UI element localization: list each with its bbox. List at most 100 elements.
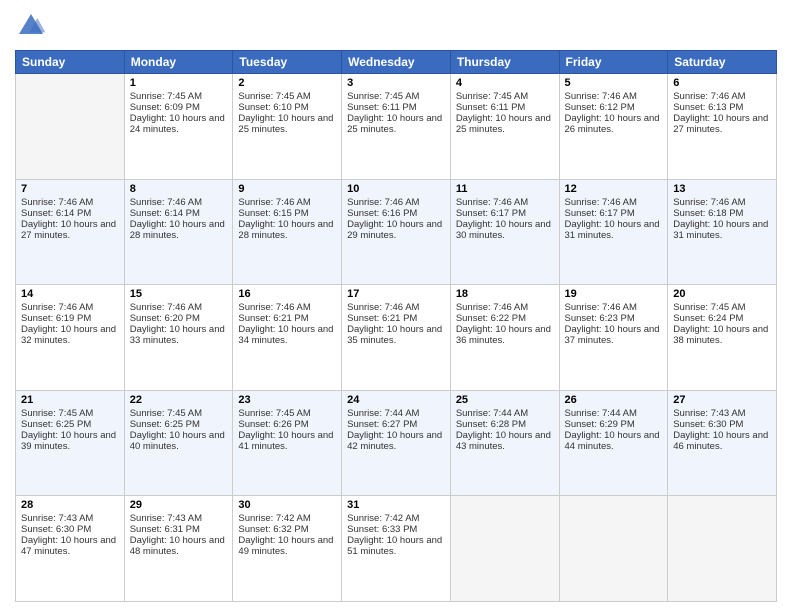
- sunrise-text: Sunrise: 7:45 AM: [347, 91, 445, 102]
- sunrise-text: Sunrise: 7:44 AM: [565, 408, 663, 419]
- sunrise-text: Sunrise: 7:46 AM: [565, 197, 663, 208]
- day-number: 8: [130, 183, 228, 195]
- sunset-text: Sunset: 6:11 PM: [347, 102, 445, 113]
- daylight-text: Daylight: 10 hours and 41 minutes.: [238, 430, 336, 452]
- sunrise-text: Sunrise: 7:43 AM: [21, 513, 119, 524]
- col-header-friday: Friday: [559, 51, 668, 74]
- sunrise-text: Sunrise: 7:45 AM: [238, 408, 336, 419]
- day-number: 12: [565, 183, 663, 195]
- sunrise-text: Sunrise: 7:45 AM: [456, 91, 554, 102]
- daylight-text: Daylight: 10 hours and 48 minutes.: [130, 535, 228, 557]
- sunrise-text: Sunrise: 7:46 AM: [456, 302, 554, 313]
- sunset-text: Sunset: 6:10 PM: [238, 102, 336, 113]
- day-number: 18: [456, 288, 554, 300]
- sunset-text: Sunset: 6:20 PM: [130, 313, 228, 324]
- daylight-text: Daylight: 10 hours and 25 minutes.: [456, 113, 554, 135]
- sunset-text: Sunset: 6:16 PM: [347, 208, 445, 219]
- calendar-cell: 5Sunrise: 7:46 AMSunset: 6:12 PMDaylight…: [559, 74, 668, 180]
- sunrise-text: Sunrise: 7:46 AM: [238, 302, 336, 313]
- daylight-text: Daylight: 10 hours and 38 minutes.: [673, 324, 771, 346]
- sunrise-text: Sunrise: 7:43 AM: [673, 408, 771, 419]
- day-number: 14: [21, 288, 119, 300]
- calendar-cell: 14 Sunrise: 7:46 AMSunset: 6:19 PMDayligh…: [16, 285, 125, 391]
- daylight-text: Daylight: 10 hours and 27 minutes.: [673, 113, 771, 135]
- week-row-3: 14Sunrise: 7:46 AMSunset: 6:19 PMDayligh…: [16, 285, 777, 391]
- day-number: 26: [565, 394, 663, 406]
- calendar-cell: 23Sunrise: 7:45 AMSunset: 6:26 PMDayligh…: [233, 390, 342, 496]
- day-number: 20: [673, 288, 771, 300]
- daylight-text: Daylight: 10 hours and 34 minutes.: [238, 324, 336, 346]
- day-number: 23: [238, 394, 336, 406]
- day-number: 3: [347, 77, 445, 89]
- calendar-cell: 26Sunrise: 7:44 AMSunset: 6:29 PMDayligh…: [559, 390, 668, 496]
- calendar-cell: 3Sunrise: 7:45 AMSunset: 6:11 PMDaylight…: [342, 74, 451, 180]
- week-row-2: 7Sunrise: 7:46 AMSunset: 6:14 PMDaylight…: [16, 179, 777, 285]
- daylight-text: Daylight: 10 hours and 40 minutes.: [130, 430, 228, 452]
- sunset-text: Sunset: 6:25 PM: [130, 419, 228, 430]
- sunrise-text: Sunrise: 7:46 AM: [565, 91, 663, 102]
- daylight-text: Daylight: 10 hours and 32 minutes.: [21, 324, 119, 346]
- header-row: SundayMondayTuesdayWednesdayThursdayFrid…: [16, 51, 777, 74]
- sunset-text: Sunset: 6:21 PM: [347, 313, 445, 324]
- day-number: 11: [456, 183, 554, 195]
- calendar-cell: 16Sunrise: 7:46 AMSunset: 6:21 PMDayligh…: [233, 285, 342, 391]
- sunset-text: Sunset: 6:28 PM: [456, 419, 554, 430]
- day-number: 29: [130, 499, 228, 511]
- daylight-text: Daylight: 10 hours and 39 minutes.: [21, 430, 119, 452]
- calendar-cell: 17Sunrise: 7:46 AMSunset: 6:21 PMDayligh…: [342, 285, 451, 391]
- sunset-text: Sunset: 6:18 PM: [673, 208, 771, 219]
- daylight-text: Daylight: 10 hours and 33 minutes.: [130, 324, 228, 346]
- calendar-cell: 12Sunrise: 7:46 AMSunset: 6:17 PMDayligh…: [559, 179, 668, 285]
- sunset-text: Sunset: 6:12 PM: [565, 102, 663, 113]
- logo: [15, 10, 51, 42]
- sunset-text: Sunset: 6:13 PM: [673, 102, 771, 113]
- logo-icon: [15, 10, 47, 42]
- sunrise-text: Sunrise: 7:46 AM: [21, 302, 119, 313]
- calendar-cell: 18Sunrise: 7:46 AMSunset: 6:22 PMDayligh…: [450, 285, 559, 391]
- col-header-sunday: Sunday: [16, 51, 125, 74]
- calendar-cell: 13Sunrise: 7:46 AMSunset: 6:18 PMDayligh…: [668, 179, 777, 285]
- day-number: 7: [21, 183, 119, 195]
- calendar-cell: 8Sunrise: 7:46 AMSunset: 6:14 PMDaylight…: [124, 179, 233, 285]
- daylight-text: Daylight: 10 hours and 27 minutes.: [21, 219, 119, 241]
- calendar-cell: 20 Sunrise: 7:45 AMSunset: 6:24 PMDayligh…: [668, 285, 777, 391]
- daylight-text: Daylight: 10 hours and 49 minutes.: [238, 535, 336, 557]
- col-header-monday: Monday: [124, 51, 233, 74]
- calendar-cell: 19Sunrise: 7:46 AMSunset: 6:23 PMDayligh…: [559, 285, 668, 391]
- sunset-text: Sunset: 6:09 PM: [130, 102, 228, 113]
- sunset-text: Sunset: 6:22 PM: [456, 313, 554, 324]
- daylight-text: Daylight: 10 hours and 28 minutes.: [130, 219, 228, 241]
- day-number: 5: [565, 77, 663, 89]
- sunrise-text: Sunrise: 7:46 AM: [238, 197, 336, 208]
- sunset-text: Sunset: 6:24 PM: [673, 313, 771, 324]
- sunset-text: Sunset: 6:29 PM: [565, 419, 663, 430]
- calendar-cell: [16, 74, 125, 180]
- sunset-text: Sunset: 6:33 PM: [347, 524, 445, 535]
- calendar-cell: 27Sunrise: 7:43 AMSunset: 6:30 PMDayligh…: [668, 390, 777, 496]
- day-number: 4: [456, 77, 554, 89]
- week-row-5: 28Sunrise: 7:43 AMSunset: 6:30 PMDayligh…: [16, 496, 777, 602]
- day-number: 6: [673, 77, 771, 89]
- sunrise-text: Sunrise: 7:46 AM: [21, 197, 119, 208]
- sunset-text: Sunset: 6:31 PM: [130, 524, 228, 535]
- day-number: 30: [238, 499, 336, 511]
- day-number: 21: [21, 394, 119, 406]
- calendar-cell: 7Sunrise: 7:46 AMSunset: 6:14 PMDaylight…: [16, 179, 125, 285]
- sunset-text: Sunset: 6:21 PM: [238, 313, 336, 324]
- calendar-cell: 6 Sunrise: 7:46 AMSunset: 6:13 PMDaylight…: [668, 74, 777, 180]
- sunset-text: Sunset: 6:14 PM: [130, 208, 228, 219]
- day-number: 15: [130, 288, 228, 300]
- calendar-cell: 22Sunrise: 7:45 AMSunset: 6:25 PMDayligh…: [124, 390, 233, 496]
- sunrise-text: Sunrise: 7:45 AM: [21, 408, 119, 419]
- calendar-cell: 31Sunrise: 7:42 AMSunset: 6:33 PMDayligh…: [342, 496, 451, 602]
- sunset-text: Sunset: 6:19 PM: [21, 313, 119, 324]
- sunrise-text: Sunrise: 7:45 AM: [673, 302, 771, 313]
- sunrise-text: Sunrise: 7:46 AM: [673, 91, 771, 102]
- calendar-cell: [668, 496, 777, 602]
- daylight-text: Daylight: 10 hours and 28 minutes.: [238, 219, 336, 241]
- daylight-text: Daylight: 10 hours and 31 minutes.: [673, 219, 771, 241]
- daylight-text: Daylight: 10 hours and 51 minutes.: [347, 535, 445, 557]
- daylight-text: Daylight: 10 hours and 43 minutes.: [456, 430, 554, 452]
- sunrise-text: Sunrise: 7:46 AM: [673, 197, 771, 208]
- sunset-text: Sunset: 6:17 PM: [565, 208, 663, 219]
